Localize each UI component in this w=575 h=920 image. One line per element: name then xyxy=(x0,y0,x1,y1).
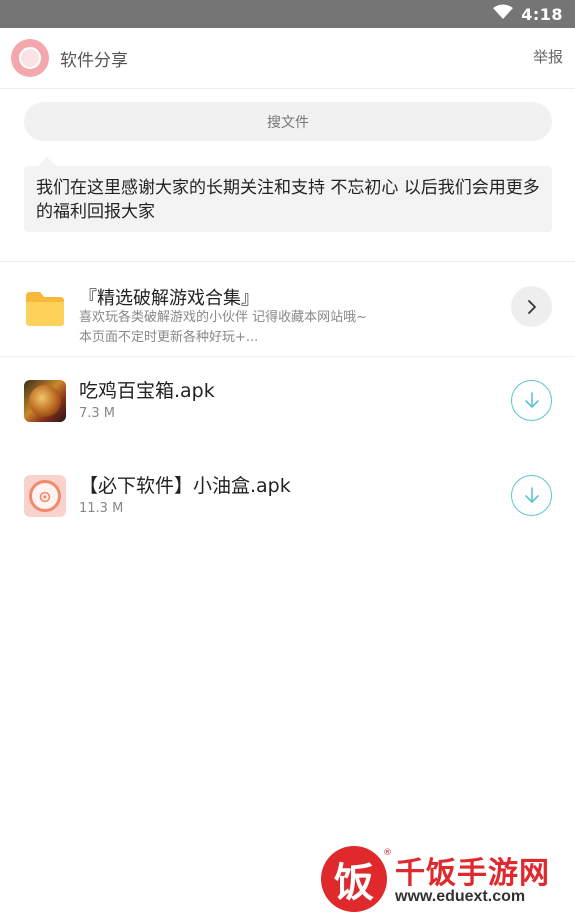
watermark-logo: 饭 xyxy=(321,846,387,912)
folder-icon xyxy=(24,288,66,328)
download-icon xyxy=(524,391,539,408)
chevron-right-icon[interactable] xyxy=(511,286,552,327)
status-time: 4:18 xyxy=(521,4,563,24)
download-icon xyxy=(524,486,539,503)
xiaoyouhe-app-icon: ⊙ xyxy=(24,475,66,517)
pubg-app-icon xyxy=(24,380,66,422)
search-placeholder: 搜文件 xyxy=(267,114,309,131)
folder-title: 『精选破解游戏合集』 xyxy=(79,288,259,309)
notice-text: 我们在这里感谢大家的长期关注和支持 不忘初心 以后我们会用更多的福利回报大家 xyxy=(36,178,540,222)
watermark: 饭 ® 千饭手游网 www.eduext.com xyxy=(321,846,561,912)
wifi-icon xyxy=(493,4,514,24)
file-size: 7.3 M xyxy=(79,406,116,421)
header: 软件分享 举报 xyxy=(0,28,575,89)
file-size: 11.3 M xyxy=(79,501,124,516)
file-item[interactable]: 吃鸡百宝箱.apk 7.3 M xyxy=(0,358,575,453)
folder-item[interactable]: 『精选破解游戏合集』 喜欢玩各类破解游戏的小伙伴 记得收藏本网站哦~本页面不定时… xyxy=(0,262,575,357)
folder-description: 喜欢玩各类破解游戏的小伙伴 记得收藏本网站哦~本页面不定时更新各种好玩+... xyxy=(79,310,368,345)
file-name: 吃鸡百宝箱.apk xyxy=(79,380,215,402)
search-input[interactable]: 搜文件 xyxy=(24,102,552,141)
file-item[interactable]: ⊙ 【必下软件】小油盒.apk 11.3 M xyxy=(0,453,575,548)
page-title: 软件分享 xyxy=(60,51,128,71)
avatar[interactable] xyxy=(11,39,49,77)
notice-bubble: 我们在这里感谢大家的长期关注和支持 不忘初心 以后我们会用更多的福利回报大家 xyxy=(24,157,552,232)
report-button[interactable]: 举报 xyxy=(533,46,563,67)
status-right: 4:18 xyxy=(493,0,563,28)
download-button[interactable] xyxy=(511,380,552,421)
watermark-registered: ® xyxy=(383,848,392,858)
avatar-inner xyxy=(19,47,41,69)
download-button[interactable] xyxy=(511,475,552,516)
watermark-url: www.eduext.com xyxy=(395,888,526,905)
file-name: 【必下软件】小油盒.apk xyxy=(79,475,291,497)
watermark-name: 千饭手游网 xyxy=(395,856,550,891)
status-bar: 4:18 xyxy=(0,0,575,28)
